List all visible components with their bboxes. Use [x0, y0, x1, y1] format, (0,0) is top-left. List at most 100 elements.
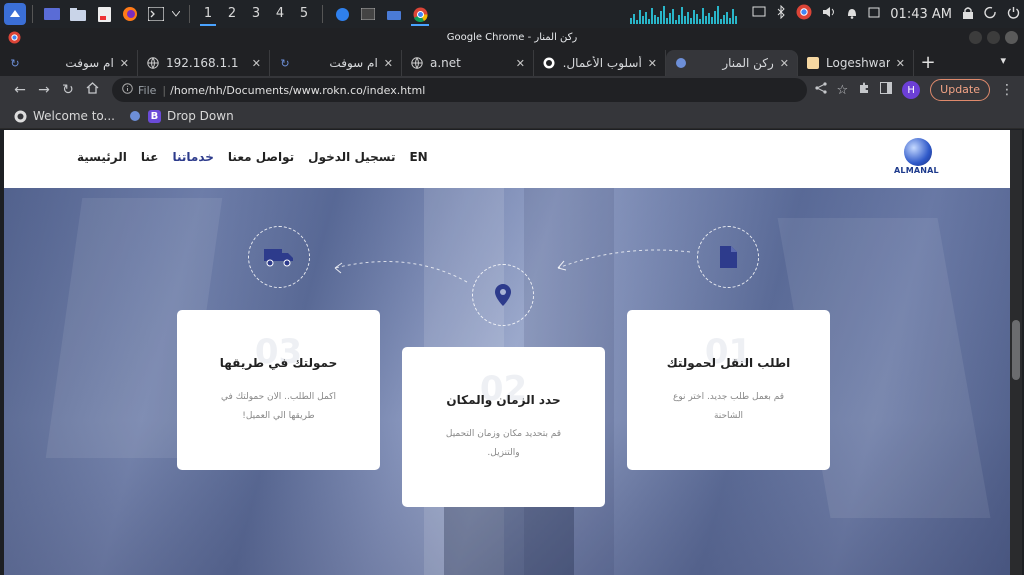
nav-contact[interactable]: تواصل معنا [228, 150, 294, 164]
close-tab-icon[interactable]: ✕ [516, 57, 525, 70]
site-logo[interactable]: ALMANAL [894, 138, 939, 178]
forward-button[interactable]: → [32, 82, 56, 98]
tab-0[interactable]: ↻ ام سوفت ✕ [0, 50, 138, 76]
workspace-2[interactable]: 2 [220, 0, 244, 28]
volume-icon[interactable] [822, 6, 836, 22]
firefox-icon[interactable] [117, 0, 143, 28]
address-bar[interactable]: File | /home/hh/Documents/www.rokn.co/in… [112, 78, 807, 102]
tab-6[interactable]: Logeshwaran.co ✕ [798, 50, 914, 76]
step-text: اكمل الطلب.. الان حمولتك في طريقها الي ا… [221, 392, 336, 421]
chrome-window-icon[interactable] [407, 0, 433, 28]
bookmark-welcome[interactable]: Welcome to... [14, 109, 115, 123]
bootstrap-icon: B [147, 109, 161, 123]
tab-5[interactable]: ركن المنار ✕ [666, 50, 798, 76]
reload-button[interactable]: ↻ [56, 82, 80, 98]
tab-title: ركن المنار [722, 56, 774, 70]
window-title: Google Chrome - ركن المنار [446, 32, 578, 43]
logo-globe-icon [904, 138, 932, 166]
nav-about[interactable]: عنا [141, 150, 159, 164]
desktop-icon[interactable] [39, 0, 65, 28]
step-title: حمولتك في طريقها [219, 356, 338, 370]
firefox-dev-icon[interactable] [329, 0, 355, 28]
map-pin-icon [495, 284, 511, 306]
site-header: الرئيسية عنا خدماتنا تواصل معنا تسجيل ال… [4, 130, 1010, 188]
window-titlebar: Google Chrome - ركن المنار [0, 28, 1024, 48]
step-3-icon-circle [248, 226, 310, 288]
tab-title: أسلوب الأعمال. [562, 56, 642, 70]
kali-dragon-icon [14, 110, 27, 123]
page-viewport: الرئيسية عنا خدماتنا تواصل معنا تسجيل ال… [4, 130, 1010, 575]
lock-icon[interactable] [962, 6, 974, 23]
close-tab-icon[interactable]: ✕ [896, 57, 905, 70]
almanal-favicon-icon [129, 110, 142, 123]
profile-avatar[interactable]: H [902, 81, 921, 99]
taskbar-separator [322, 5, 323, 23]
folder-window-icon[interactable] [381, 0, 407, 28]
refresh-session-icon[interactable] [984, 6, 997, 23]
minimize-button[interactable] [969, 31, 982, 44]
nav-language-en[interactable]: EN [409, 150, 427, 164]
workspace-4[interactable]: 4 [268, 0, 292, 28]
nav-login[interactable]: تسجيل الدخول [308, 150, 395, 164]
step-title: اطلب النقل لحمولتك [666, 356, 791, 370]
terminal-icon[interactable] [143, 0, 169, 28]
tab-1[interactable]: 192.168.1.1 ✕ [138, 50, 270, 76]
new-tab-button[interactable]: + [914, 50, 942, 76]
chrome-menu-icon[interactable]: ⋮ [1000, 82, 1014, 98]
nav-home[interactable]: الرئيسية [77, 150, 127, 164]
extensions-icon[interactable] [858, 82, 870, 98]
bookmark-star-icon[interactable]: ☆ [837, 83, 849, 98]
chevron-down-icon[interactable] [169, 0, 183, 28]
text-editor-icon[interactable] [91, 0, 117, 28]
tab-search-chevron-icon[interactable]: ▾ [1000, 54, 1006, 67]
loading-icon: ↻ [10, 56, 20, 70]
bluetooth-icon[interactable] [776, 4, 786, 23]
globe-icon [410, 56, 424, 70]
page-scrollbar[interactable] [1010, 130, 1022, 575]
tab-strip: ↻ ام سوفت ✕ 192.168.1.1 ✕ ↻ ام سوفت ✕ a.… [0, 48, 1024, 76]
bookmark-dropdown[interactable]: B Drop Down [129, 109, 234, 123]
workspace-3[interactable]: 3 [244, 0, 268, 28]
scrollbar-thumb[interactable] [1012, 320, 1020, 380]
tab-3[interactable]: a.net ✕ [402, 50, 534, 76]
workspace-1[interactable]: 1 [196, 0, 220, 28]
back-button[interactable]: ← [8, 82, 32, 98]
info-icon[interactable] [122, 83, 133, 97]
power-icon[interactable] [1007, 6, 1020, 23]
maximize-button[interactable] [987, 31, 1000, 44]
step-text: قم بتحديد مكان وزمان التحميل والتنزيل. [445, 429, 562, 458]
tab-2[interactable]: ↻ ام سوفت ✕ [270, 50, 402, 76]
close-tab-icon[interactable]: ✕ [648, 57, 657, 70]
step-text: قم بعمل طلب جديد. اختر نوع الشاحنة [672, 392, 785, 421]
screen-icon[interactable] [752, 6, 766, 22]
site-favicon-icon [542, 56, 556, 70]
chrome-tray-icon[interactable] [796, 4, 812, 24]
terminal-window-icon[interactable] [355, 0, 381, 28]
bookmark-label: Drop Down [166, 109, 234, 123]
logesh-favicon-icon [806, 56, 820, 70]
update-button[interactable]: Update [930, 79, 990, 101]
tab-4[interactable]: أسلوب الأعمال. ✕ [534, 50, 666, 76]
url-text[interactable]: /home/hh/Documents/www.rokn.co/index.htm… [170, 84, 425, 97]
nav-services[interactable]: خدماتنا [172, 150, 213, 164]
document-icon [719, 246, 737, 268]
side-panel-icon[interactable] [880, 82, 893, 98]
close-window-button[interactable] [1005, 31, 1018, 44]
app-menu-icon[interactable] [4, 3, 26, 25]
share-icon[interactable] [814, 82, 827, 98]
how-it-works-section: 03 حمولتك في طريقها اكمل الطلب.. الان حم… [4, 188, 1010, 575]
tab-title: a.net [430, 56, 461, 70]
step-card-2: 02 حدد الزمان والمكان قم بتحديد مكان وزم… [402, 347, 605, 507]
close-tab-icon[interactable]: ✕ [780, 57, 789, 70]
calendar-icon[interactable] [868, 6, 880, 22]
home-button[interactable] [80, 82, 104, 98]
close-tab-icon[interactable]: ✕ [384, 57, 393, 70]
close-tab-icon[interactable]: ✕ [120, 57, 129, 70]
workspace-5[interactable]: 5 [292, 0, 316, 28]
network-graph [630, 4, 742, 24]
clock[interactable]: 01:43 AM [890, 7, 952, 22]
file-manager-icon[interactable] [65, 0, 91, 28]
close-tab-icon[interactable]: ✕ [252, 57, 261, 70]
notification-bell-icon[interactable] [846, 6, 858, 23]
tab-title: Logeshwaran.co [826, 56, 890, 70]
